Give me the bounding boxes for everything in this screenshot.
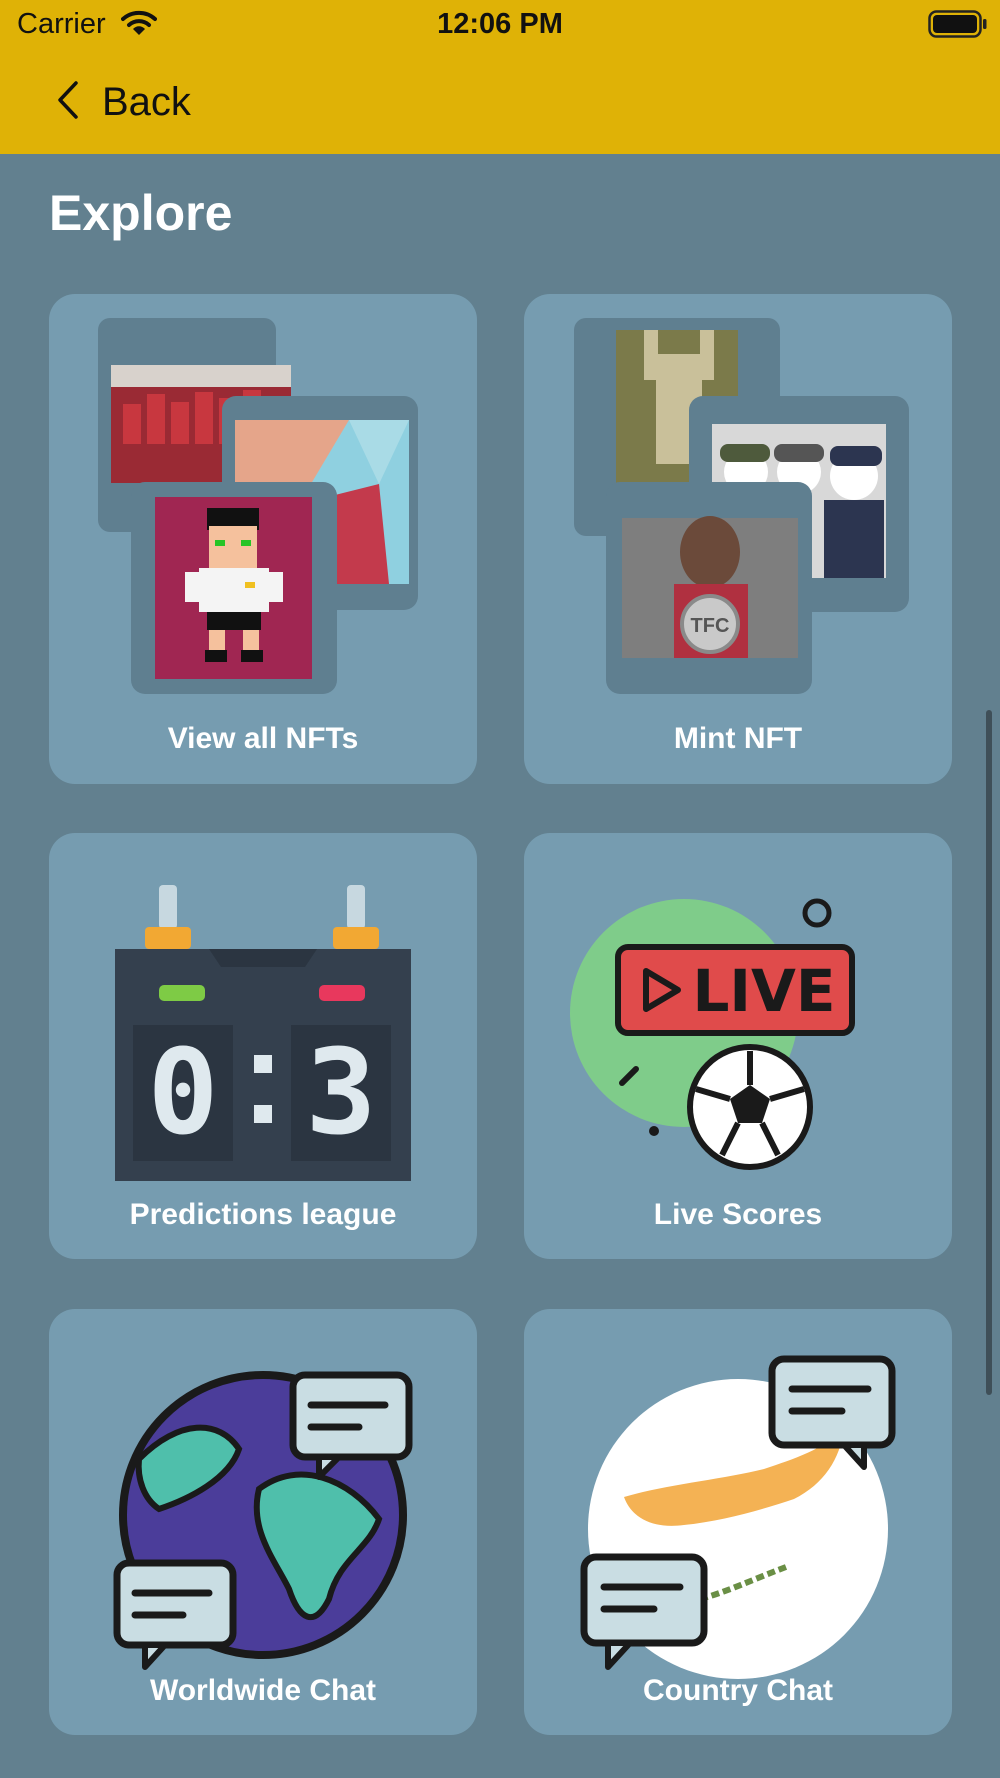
score-home: 0 [147,1023,218,1161]
card-label: Predictions league [129,1198,397,1231]
scoreboard-icon: 0 3 [115,885,411,1181]
svg-text:TFC: TFC [691,615,730,637]
score-away: 3 [305,1023,376,1161]
view-all-nfts-card[interactable]: View all NFTs [49,294,477,784]
back-label: Back [102,79,191,124]
country-chat-card[interactable]: Country Chat [524,1309,952,1735]
clock: 12:06 PM [437,8,563,40]
mint-nft-card[interactable]: TFC Mint NFT [524,294,952,784]
scroll-indicator[interactable] [986,710,992,1395]
card-label: View all NFTs [167,722,359,755]
live-scores-card[interactable]: LIVE Live Scores [524,833,952,1259]
back-button[interactable]: Back [56,77,191,127]
card-label: Worldwide Chat [149,1674,377,1707]
predictions-league-card[interactable]: 0 3 Predictions league [49,833,477,1259]
chevron-left-icon [56,80,80,125]
live-badge: LIVE [692,957,835,1025]
nft-collage-image: TFC [574,318,909,694]
page-title: Explore [49,185,233,241]
card-label: Country Chat [643,1674,833,1707]
card-label: Live Scores [653,1198,823,1231]
status-bar: Carrier 12:06 PM [0,0,1000,50]
worldwide-chat-card[interactable]: Worldwide Chat [49,1309,477,1735]
battery-icon [928,10,988,43]
navigation-bar: Back [0,50,1000,154]
nft-gallery-image [98,318,418,694]
card-label: Mint NFT [673,722,803,755]
globe-chat-icon [113,1371,413,1670]
live-football-icon: LIVE [570,898,855,1170]
cyprus-chat-icon [580,1355,896,1679]
